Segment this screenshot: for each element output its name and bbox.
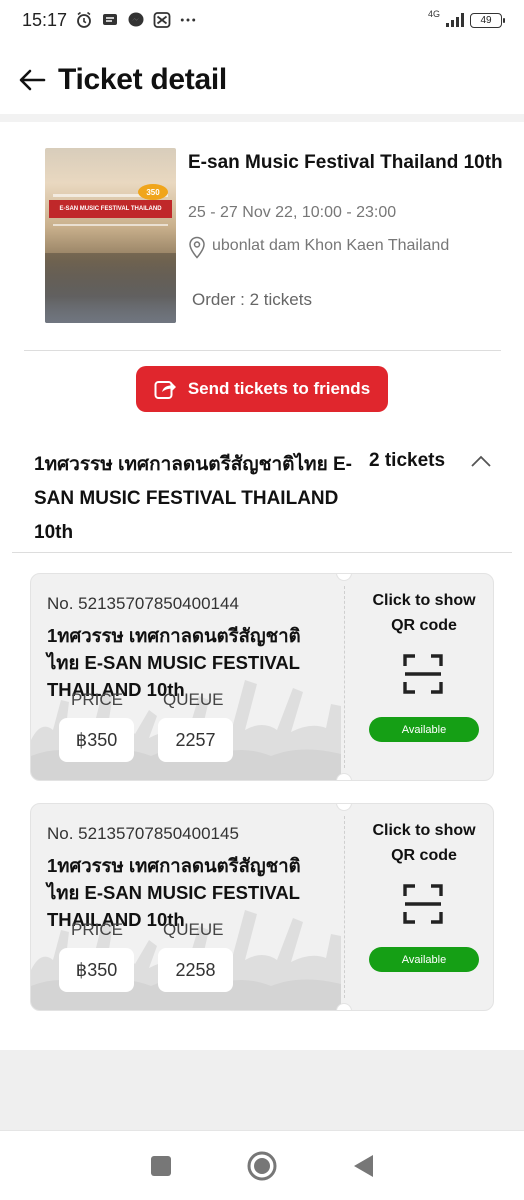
queue-value: 2257	[158, 718, 233, 762]
send-tickets-button[interactable]: Send tickets to friends	[136, 366, 388, 412]
signal-icon	[446, 13, 464, 27]
back-triangle-icon	[354, 1154, 374, 1177]
send-tickets-label: Send tickets to friends	[187, 379, 371, 398]
show-qr-button[interactable]: Click to show QR code	[359, 588, 489, 638]
event-order: Order : 2 tickets	[192, 290, 312, 309]
status-badge: Available	[369, 717, 479, 742]
back-button[interactable]	[16, 64, 48, 96]
event-date: 25 - 27 Nov 22, 10:00 - 23:00	[188, 204, 397, 221]
ticket-notch	[336, 773, 352, 780]
more-dots-icon	[179, 11, 197, 29]
section-divider	[24, 350, 501, 351]
system-back-button[interactable]	[346, 1149, 380, 1183]
chevron-up-icon[interactable]	[470, 454, 492, 468]
poster-badge: 350	[138, 184, 168, 200]
ticket-notch	[336, 574, 352, 581]
ticket-card[interactable]: No. 52135707850400144 1ทศวรรษ เทศกาลดนตร…	[30, 573, 494, 781]
capcut-icon	[153, 11, 171, 29]
system-nav-bar	[0, 1130, 524, 1200]
qr-scan-icon[interactable]	[403, 654, 443, 694]
home-icon	[247, 1151, 277, 1180]
ticket-group-header[interactable]: 1ทศวรรษ เทศกาลดนตรีสัญชาติไทย E-SAN MUSI…	[0, 444, 524, 550]
event-location: ubonlat dam Khon Kaen Thailand	[212, 237, 450, 254]
app-header: Ticket detail	[0, 48, 524, 112]
event-name: E-san Music Festival Thailand 10th	[188, 152, 503, 173]
ticket-number: No. 52135707850400145	[47, 824, 239, 843]
battery-icon: 49	[470, 12, 505, 28]
recent-apps-button[interactable]	[144, 1149, 178, 1183]
event-info: 350 E-SAN MUSIC FESTIVAL THAILAND E-san …	[45, 148, 505, 323]
message-icon	[101, 11, 119, 29]
queue-label: QUEUE	[163, 920, 224, 939]
poster-decoration	[53, 224, 168, 226]
ticket-perforation	[344, 816, 345, 998]
bottom-spacer	[0, 1050, 524, 1130]
ticket-perforation	[344, 586, 345, 768]
price-value: ฿350	[59, 948, 134, 992]
status-badge: Available	[369, 947, 479, 972]
section-divider	[0, 114, 524, 122]
page-title: Ticket detail	[58, 63, 227, 96]
poster-banner: E-SAN MUSIC FESTIVAL THAILAND	[49, 200, 172, 218]
arrow-left-icon	[19, 69, 46, 91]
status-bar: 15:17 4G 49	[0, 0, 524, 40]
price-label: PRICE	[71, 920, 123, 939]
recent-apps-icon	[150, 1155, 171, 1176]
poster-crowd-image	[45, 253, 176, 323]
messenger-icon	[127, 11, 145, 29]
battery-level: 49	[480, 14, 492, 26]
ticket-group-count: 2 tickets	[369, 450, 446, 471]
notification-icons	[75, 11, 197, 29]
share-icon	[154, 381, 176, 399]
price-label: PRICE	[71, 690, 123, 709]
queue-label: QUEUE	[163, 690, 224, 709]
price-value: ฿350	[59, 718, 134, 762]
qr-scan-icon[interactable]	[403, 884, 443, 924]
queue-value: 2258	[158, 948, 233, 992]
alarm-icon	[75, 11, 93, 29]
network-label: 4G	[427, 9, 440, 19]
system-status: 4G 49	[428, 9, 505, 28]
status-time: 15:17	[22, 9, 68, 30]
ticket-notch	[336, 804, 352, 811]
ticket-notch	[336, 1003, 352, 1010]
section-divider	[12, 552, 512, 553]
ticket-card[interactable]: No. 52135707850400145 1ทศวรรษ เทศกาลดนตร…	[30, 803, 494, 1011]
event-poster[interactable]: 350 E-SAN MUSIC FESTIVAL THAILAND	[45, 148, 176, 323]
home-button[interactable]	[245, 1149, 279, 1183]
show-qr-button[interactable]: Click to show QR code	[359, 818, 489, 868]
ticket-number: No. 52135707850400144	[47, 594, 239, 613]
location-pin-icon	[189, 236, 205, 259]
ticket-group-title: 1ทศวรรษ เทศกาลดนตรีสัญชาติไทย E-SAN MUSI…	[34, 454, 352, 543]
